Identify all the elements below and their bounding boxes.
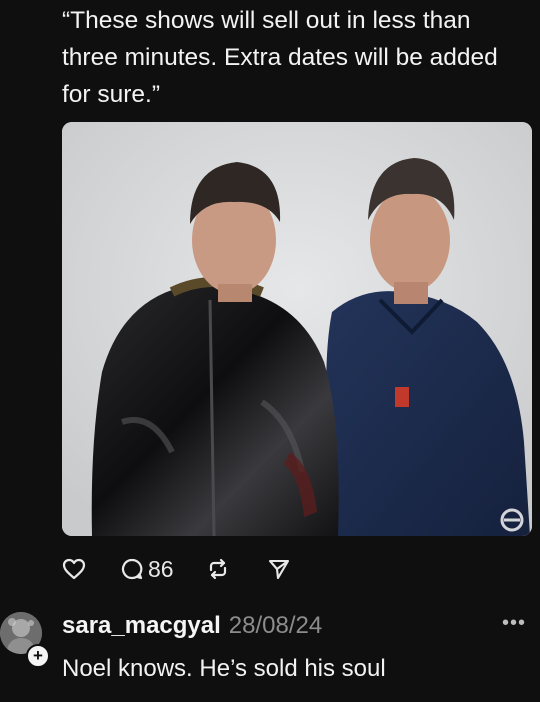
send-icon (268, 559, 289, 580)
post-image[interactable] (62, 122, 532, 536)
comment-date: 28/08/24 (228, 612, 323, 639)
repost-button[interactable] (206, 557, 230, 581)
more-options-button[interactable]: ••• (502, 612, 526, 635)
heart-icon (62, 558, 86, 580)
comment-text: Noel knows. He’s sold his soul (62, 655, 386, 682)
comment-header: sara_macgyal 28/08/24 (62, 610, 322, 642)
comment-username[interactable]: sara_macgyal (62, 612, 221, 639)
share-button[interactable] (268, 558, 290, 580)
follow-plus-button[interactable]: + (26, 644, 50, 668)
like-button[interactable] (62, 558, 86, 580)
post-text: “These shows will sell out in less than … (62, 7, 498, 108)
post-photo-illustration (62, 122, 532, 536)
post-actions: 86 (62, 554, 290, 584)
repost-icon (209, 558, 226, 580)
reply-button[interactable]: 86 (120, 556, 174, 583)
reply-count: 86 (148, 555, 174, 582)
comment-icon (121, 558, 143, 580)
